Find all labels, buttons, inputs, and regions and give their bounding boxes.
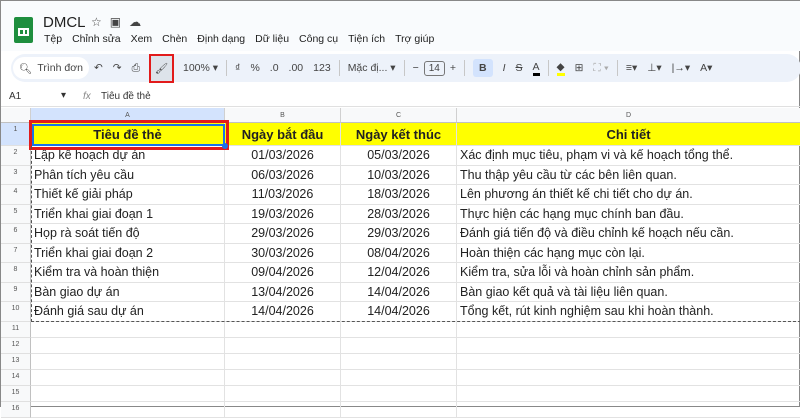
header-cell[interactable]: Ngày kết thúc xyxy=(341,123,457,146)
search-icon: 🔍︎ xyxy=(19,62,33,75)
menu-item[interactable]: Dữ liệu xyxy=(255,33,289,45)
column-header-C[interactable]: C xyxy=(341,108,457,123)
title-bar: DMCL ☆▣☁ Tệp Chỉnh sửa Xem Chèn Định dạng Dữ … xyxy=(1,1,800,51)
name-box-dropdown-icon[interactable]: ▾ xyxy=(61,90,66,101)
text-rotation-icon[interactable]: A▾ xyxy=(700,62,712,74)
cell[interactable] xyxy=(457,402,800,418)
column-header-B[interactable]: B xyxy=(225,108,341,123)
text-wrap-icon[interactable]: |→▾ xyxy=(672,62,691,74)
row-header-12[interactable]: 12 xyxy=(1,337,31,354)
cell[interactable] xyxy=(31,337,225,354)
paint-format-button[interactable]: 🖌︎ xyxy=(148,53,174,83)
cell[interactable] xyxy=(341,385,457,402)
cell[interactable] xyxy=(31,321,225,338)
menu-item[interactable]: Tệp xyxy=(44,33,62,45)
formula-bar: A1 ▾ fx Tiêu đề thẻ xyxy=(1,87,800,107)
cell[interactable] xyxy=(457,370,800,386)
row-header-1[interactable]: 1 xyxy=(1,123,31,146)
fill-color-icon[interactable]: ◆ xyxy=(556,61,565,76)
horizontal-align-icon[interactable]: ≡▾ xyxy=(626,62,637,74)
print-icon[interactable]: ⎙ xyxy=(132,62,140,75)
increase-decimal-button[interactable]: .00 xyxy=(289,62,304,74)
cell[interactable] xyxy=(341,337,457,354)
column-header-D[interactable]: D xyxy=(457,108,800,123)
menu-item[interactable]: Công cụ xyxy=(299,33,338,45)
menu-item[interactable]: Trợ giúp xyxy=(395,33,434,45)
row-header-10[interactable]: 10 xyxy=(1,302,31,322)
select-all-corner[interactable] xyxy=(1,108,31,123)
menu-item[interactable]: Xem xyxy=(131,33,153,45)
font-size-input[interactable]: 14 xyxy=(423,60,445,76)
cell[interactable] xyxy=(225,337,341,354)
redo-icon[interactable]: ↷ xyxy=(113,62,122,74)
cell[interactable] xyxy=(225,385,341,402)
cloud-status-icon[interactable]: ☁ xyxy=(129,15,149,29)
fill-handle[interactable] xyxy=(222,143,228,149)
italic-button[interactable]: I xyxy=(503,62,506,74)
cell[interactable] xyxy=(225,353,341,370)
text-color-button[interactable]: A xyxy=(532,61,540,76)
copy-marquee xyxy=(31,146,800,322)
borders-icon[interactable]: ⊞ xyxy=(575,62,584,74)
name-box[interactable]: A1 xyxy=(9,91,21,102)
sheets-logo-icon[interactable] xyxy=(14,17,33,43)
row-header-6[interactable]: 6 xyxy=(1,224,31,244)
menu-search[interactable]: 🔍︎ Trình đơn xyxy=(13,57,89,79)
menu-item[interactable]: Chỉnh sửa xyxy=(72,33,120,45)
toolbar: 🔍︎ Trình đơn ↶ ↷ ⎙ 🖌︎ 100% ▾ ₫ % .0 .00 1… xyxy=(11,53,800,83)
row-header-7[interactable]: 7 xyxy=(1,243,31,263)
strikethrough-button[interactable]: S xyxy=(516,62,523,74)
menu-item[interactable]: Chèn xyxy=(162,33,187,45)
increase-font-size-button[interactable]: + xyxy=(450,62,456,74)
formula-input[interactable]: Tiêu đề thẻ xyxy=(101,91,151,102)
paint-roller-icon: 🖌︎ xyxy=(154,62,169,75)
cell[interactable] xyxy=(31,353,225,370)
cell[interactable] xyxy=(341,353,457,370)
cell[interactable] xyxy=(225,369,341,386)
menu-item[interactable]: Định dạng xyxy=(197,33,245,45)
currency-format-button[interactable]: ₫ xyxy=(235,62,240,74)
cell[interactable] xyxy=(457,322,800,338)
cell[interactable] xyxy=(225,401,341,418)
font-select[interactable]: Mặc đị... ▾ xyxy=(348,62,396,74)
more-formats-button[interactable]: 123 xyxy=(313,62,331,74)
decrease-decimal-button[interactable]: .0 xyxy=(270,62,279,74)
merge-cells-icon[interactable]: ⛶ ▾ xyxy=(593,62,608,75)
undo-icon[interactable]: ↶ xyxy=(94,62,103,74)
cell[interactable] xyxy=(341,321,457,338)
zoom-select[interactable]: 100% ▾ xyxy=(183,62,218,74)
row-header-3[interactable]: 3 xyxy=(1,165,31,185)
row-header-16[interactable]: 16 xyxy=(1,401,31,418)
bold-button[interactable]: B xyxy=(472,59,493,77)
vertical-align-icon[interactable]: ⊥▾ xyxy=(647,62,661,74)
row-header-13[interactable]: 13 xyxy=(1,353,31,370)
row-header-8[interactable]: 8 xyxy=(1,263,31,283)
cell[interactable] xyxy=(31,385,225,402)
star-icon[interactable]: ☆ xyxy=(91,15,110,29)
cell[interactable] xyxy=(457,386,800,402)
menu-bar: Tệp Chỉnh sửa Xem Chèn Định dạng Dữ liệu Công … xyxy=(44,33,434,45)
cell[interactable] xyxy=(31,369,225,386)
cell[interactable] xyxy=(225,321,341,338)
menu-item[interactable]: Tiện ích xyxy=(348,33,385,45)
cell[interactable] xyxy=(457,354,800,370)
cell[interactable] xyxy=(457,338,800,354)
row-header-15[interactable]: 15 xyxy=(1,385,31,402)
row-header-2[interactable]: 2 xyxy=(1,146,31,166)
row-header-5[interactable]: 5 xyxy=(1,204,31,224)
row-header-11[interactable]: 11 xyxy=(1,321,31,338)
row-header-4[interactable]: 4 xyxy=(1,185,31,205)
row-header-14[interactable]: 14 xyxy=(1,369,31,386)
cell[interactable] xyxy=(341,401,457,418)
move-folder-icon[interactable]: ▣ xyxy=(110,15,129,29)
row-header-9[interactable]: 9 xyxy=(1,282,31,302)
header-cell[interactable]: Ngày bắt đầu xyxy=(225,123,341,146)
cell[interactable] xyxy=(31,401,225,418)
cell[interactable] xyxy=(341,369,457,386)
header-cell[interactable]: Chi tiết xyxy=(457,123,800,146)
fx-icon: fx xyxy=(83,91,91,102)
doc-title[interactable]: DMCL xyxy=(43,14,86,31)
percent-format-button[interactable]: % xyxy=(250,62,259,74)
decrease-font-size-button[interactable]: − xyxy=(413,62,419,74)
